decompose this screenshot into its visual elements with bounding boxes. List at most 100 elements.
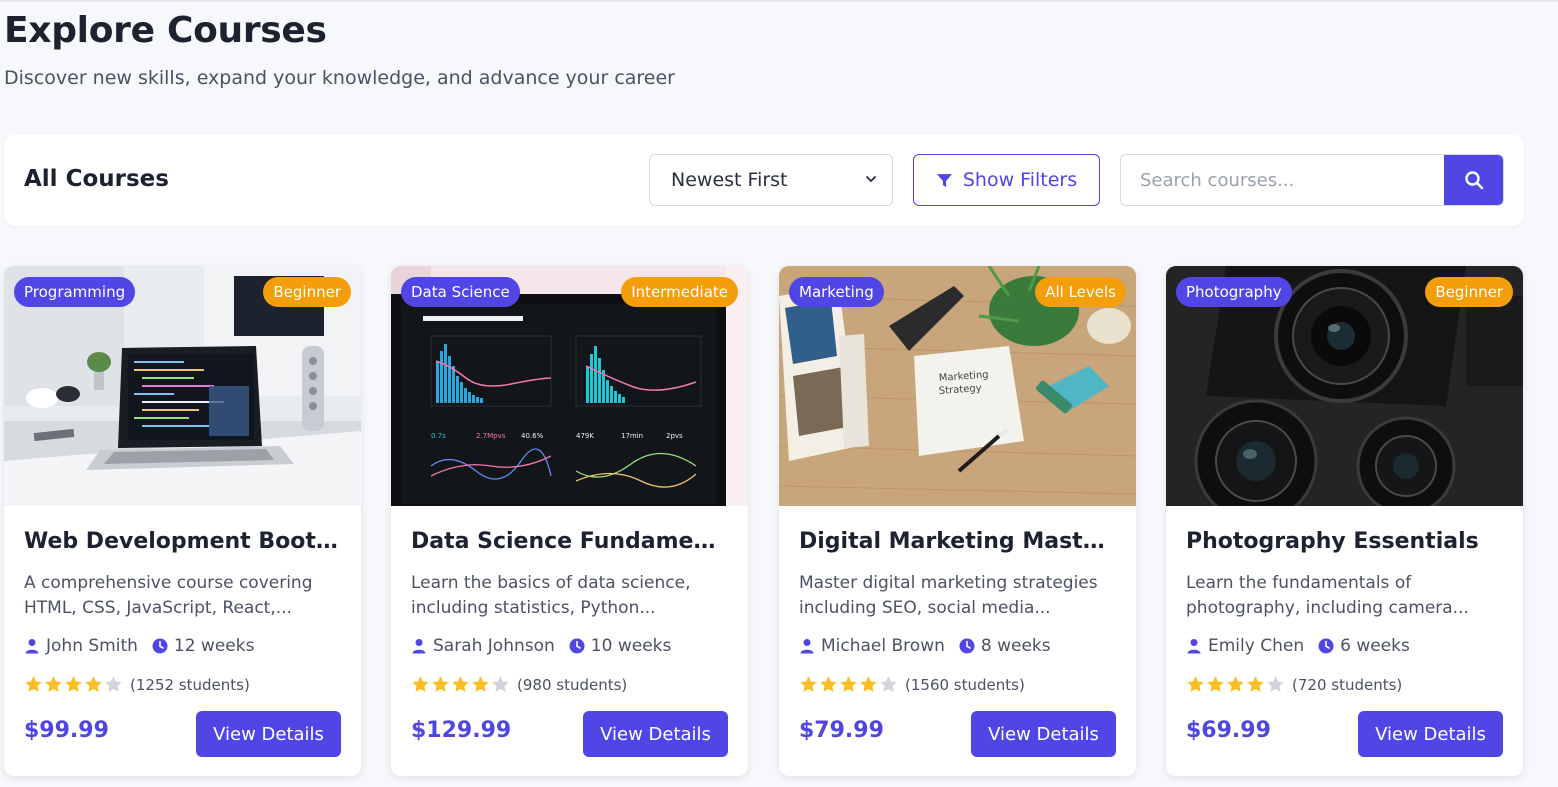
instructor-name: Emily Chen <box>1208 636 1305 656</box>
course-price: $99.99 <box>24 718 109 743</box>
course-price: $129.99 <box>411 718 512 743</box>
course-title[interactable]: Web Development Bootc... <box>24 529 344 554</box>
category-badge: Programming <box>14 277 136 307</box>
course-duration: 6 weeks <box>1340 636 1410 656</box>
user-icon <box>1187 639 1201 654</box>
svg-text:40.6%: 40.6% <box>521 432 544 440</box>
course-rating: (1252 students) <box>24 675 250 694</box>
svg-text:2pvs: 2pvs <box>666 432 683 440</box>
student-count: (980 students) <box>517 675 628 694</box>
course-card: Marketing Strategy Marketing All Levels … <box>779 266 1136 776</box>
star-icon <box>880 676 897 692</box>
view-details-button[interactable]: View Details <box>1358 711 1503 757</box>
svg-text:479K: 479K <box>576 432 594 440</box>
course-description: Master digital marketing strategies incl… <box>799 573 1098 618</box>
sort-select[interactable]: Newest First <box>649 154 893 206</box>
star-icon <box>800 676 817 692</box>
svg-text:0.7s: 0.7s <box>431 432 446 440</box>
course-description: Learn the basics of data science, includ… <box>411 573 691 618</box>
clock-icon <box>569 638 585 654</box>
course-price: $79.99 <box>799 718 884 743</box>
course-card: Programming Beginner Web Development Boo… <box>4 266 361 776</box>
category-badge: Photography <box>1176 277 1292 307</box>
star-icon <box>412 676 429 692</box>
course-duration: 8 weeks <box>980 636 1051 656</box>
rating-stars <box>1186 675 1286 694</box>
sort-select-value: Newest First <box>671 169 788 191</box>
course-meta: Sarah Johnson 10 weeks <box>411 636 671 656</box>
star-icon <box>472 676 489 692</box>
instructor-name: Michael Brown <box>821 636 945 656</box>
level-badge: Intermediate <box>621 277 738 307</box>
level-badge: All Levels <box>1035 277 1126 307</box>
page-title: Explore Courses <box>4 10 327 51</box>
filter-icon <box>936 173 952 187</box>
course-rating: (1560 students) <box>799 675 1025 694</box>
star-icon <box>45 676 62 692</box>
course-thumbnail-laptop: Programming Beginner <box>4 266 361 506</box>
chevron-down-icon <box>866 176 876 182</box>
star-icon <box>1227 676 1244 692</box>
clock-icon <box>959 638 975 654</box>
course-description: Learn the fundamentals of photography, i… <box>1186 573 1469 618</box>
courses-toolbar: All Courses Newest First Show Filters <box>4 134 1524 226</box>
star-icon <box>1207 676 1224 692</box>
star-icon <box>492 676 509 692</box>
rating-stars <box>24 675 124 694</box>
view-details-button[interactable]: View Details <box>583 711 728 757</box>
search-icon <box>1465 171 1484 190</box>
course-thumbnail-dashboard: 0.7s 2.7Mpvs 40.6% 479K 17min 2pvs Data … <box>391 266 748 506</box>
search-button[interactable] <box>1444 155 1503 205</box>
student-count: (1560 students) <box>905 675 1025 694</box>
course-duration: 12 weeks <box>173 636 255 656</box>
search-input[interactable] <box>1121 155 1445 205</box>
student-count: (1252 students) <box>130 675 250 694</box>
top-divider <box>0 0 1558 2</box>
course-title[interactable]: Data Science Fundament... <box>411 529 731 554</box>
star-icon <box>860 676 877 692</box>
star-icon <box>1267 676 1284 692</box>
star-icon <box>432 676 449 692</box>
page-subtitle: Discover new skills, expand your knowled… <box>4 67 675 89</box>
course-title[interactable]: Photography Essentials <box>1186 529 1506 554</box>
instructor-name: Sarah Johnson <box>433 636 555 656</box>
course-duration: 10 weeks <box>590 636 672 656</box>
user-icon <box>412 639 426 654</box>
course-meta: Michael Brown 8 weeks <box>799 636 1051 656</box>
course-thumbnail-camera: Photography Beginner <box>1166 266 1523 506</box>
show-filters-button[interactable]: Show Filters <box>913 154 1100 206</box>
star-icon <box>25 676 42 692</box>
svg-text:17min: 17min <box>621 432 643 440</box>
star-icon <box>840 676 857 692</box>
star-icon <box>1247 676 1264 692</box>
course-card: Photography Beginner Photography Essenti… <box>1166 266 1523 776</box>
clock-icon <box>152 638 168 654</box>
star-icon <box>820 676 837 692</box>
instructor-name: John Smith <box>46 636 138 656</box>
course-meta: Emily Chen 6 weeks <box>1186 636 1410 656</box>
course-rating: (980 students) <box>411 675 627 694</box>
star-icon <box>1187 676 1204 692</box>
show-filters-label: Show Filters <box>962 169 1078 191</box>
user-icon <box>800 639 814 654</box>
user-icon <box>25 639 39 654</box>
clock-icon <box>1318 638 1334 654</box>
level-badge: Beginner <box>1425 277 1513 307</box>
course-title[interactable]: Digital Marketing Master... <box>799 529 1119 554</box>
star-icon <box>452 676 469 692</box>
course-thumbnail-desk: Marketing Strategy Marketing All Levels <box>779 266 1136 506</box>
view-details-button[interactable]: View Details <box>196 711 341 757</box>
star-icon <box>105 676 122 692</box>
course-description: A comprehensive course covering HTML, CS… <box>24 573 313 618</box>
category-badge: Marketing <box>789 277 884 307</box>
course-price: $69.99 <box>1186 718 1271 743</box>
rating-stars <box>411 675 511 694</box>
level-badge: Beginner <box>263 277 351 307</box>
course-meta: John Smith 12 weeks <box>24 636 254 656</box>
category-badge: Data Science <box>401 277 520 307</box>
student-count: (720 students) <box>1292 675 1403 694</box>
course-rating: (720 students) <box>1186 675 1402 694</box>
view-details-button[interactable]: View Details <box>971 711 1116 757</box>
star-icon <box>65 676 82 692</box>
rating-stars <box>799 675 899 694</box>
